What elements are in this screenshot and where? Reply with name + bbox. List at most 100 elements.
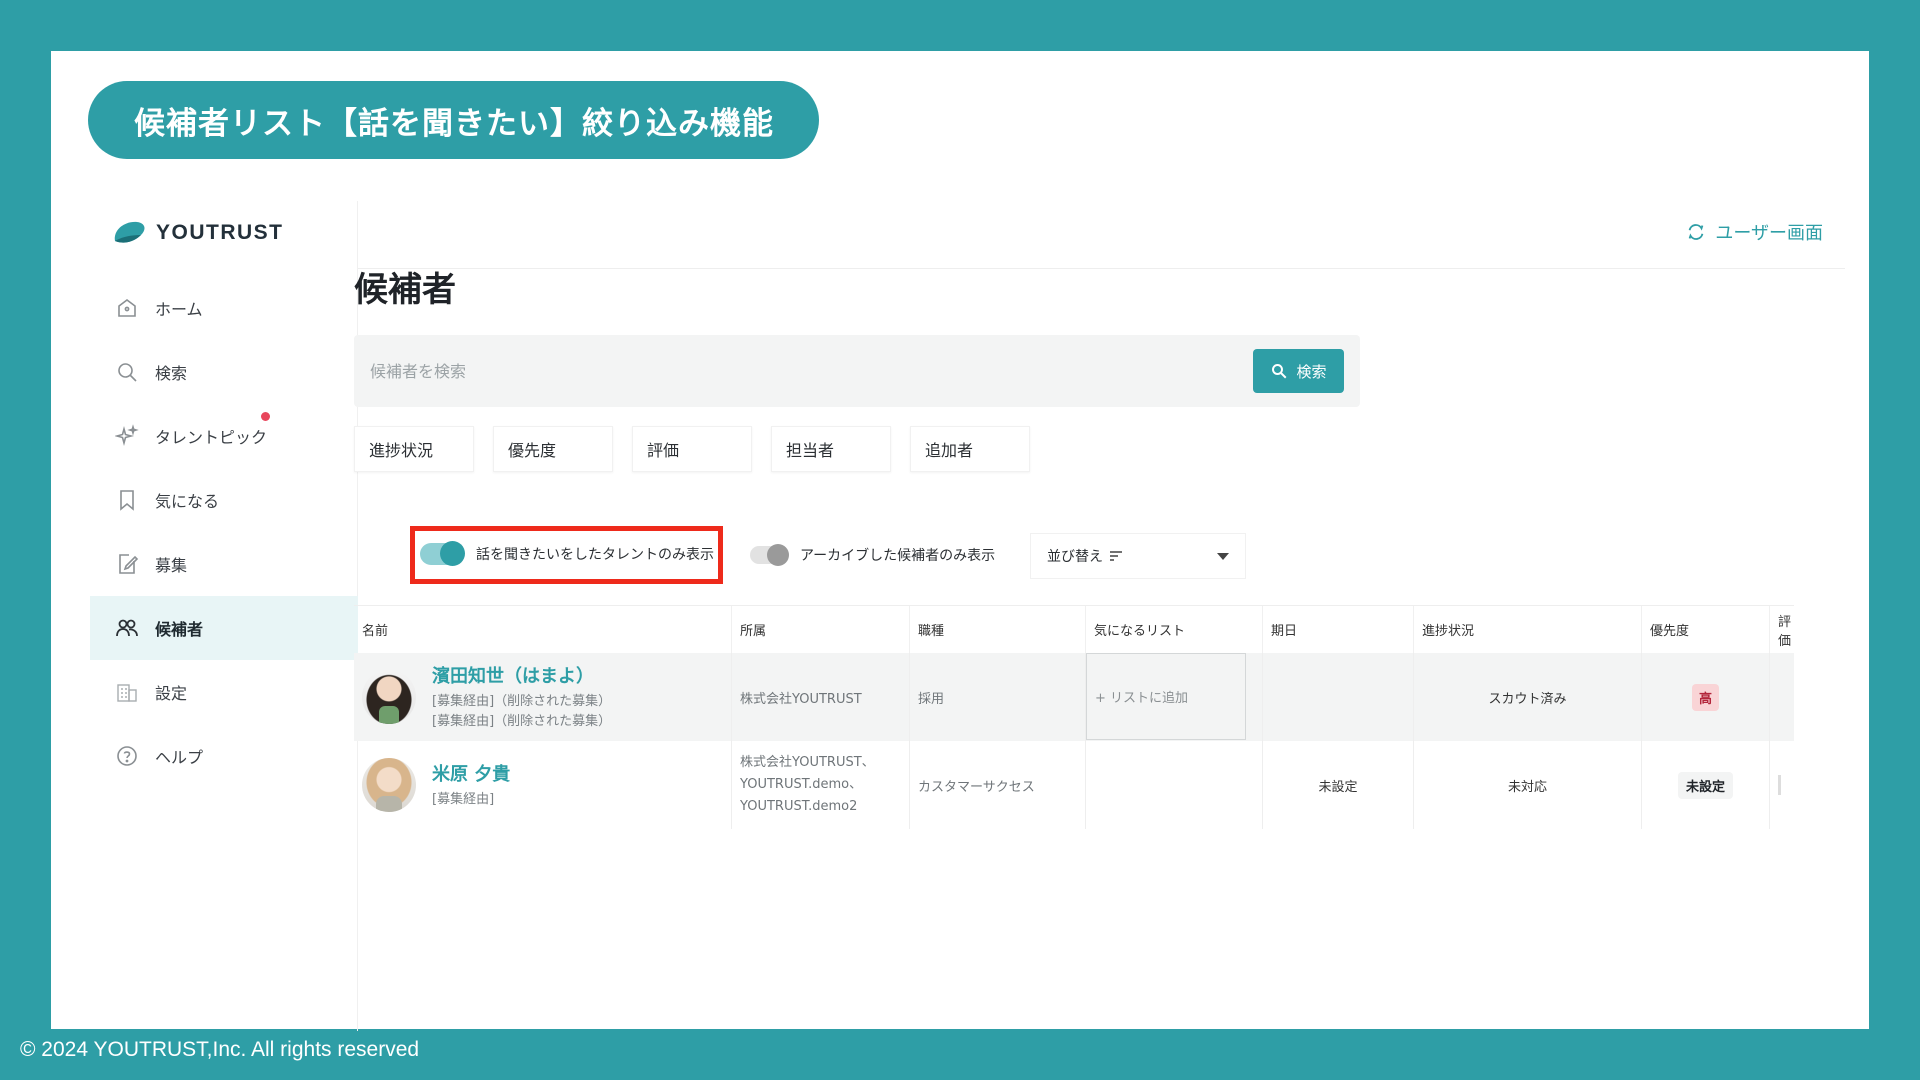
sidebar-item-search[interactable]: 検索 (90, 340, 358, 404)
slide: 候補者リスト【話を聞きたい】絞り込み機能 YOUTRUST ホーム 検索 タレン… (51, 51, 1869, 1031)
bookmark-icon (120, 490, 134, 511)
organization-line: YOUTRUST.demo、 (740, 777, 863, 792)
name-block: 米原 夕貴 [募集経由] (432, 760, 510, 810)
cell-evaluation[interactable] (1770, 741, 1794, 829)
sidebar-item-label: 候補者 (155, 620, 204, 639)
sidebar-item-help[interactable]: ヘルプ (90, 724, 358, 788)
column-header-priority[interactable]: 優先度 (1642, 606, 1770, 653)
notification-dot (261, 412, 270, 421)
cell-job: 採用 (910, 653, 1086, 741)
candidate-search-input[interactable] (354, 335, 1254, 407)
column-header-organization[interactable]: 所属 (732, 606, 910, 653)
logo-text: YOUTRUST (156, 221, 284, 244)
search-icon (118, 363, 137, 382)
sidebar-item-label: タレントピック (155, 428, 268, 447)
sidebar-item-label: ホーム (155, 300, 203, 319)
sidebar-item-label: 募集 (155, 556, 188, 575)
candidate-name-link[interactable]: 濱田知世（はまよ） (432, 662, 611, 688)
sidebar-item-label: ヘルプ (155, 748, 204, 767)
user-view-label: ユーザー画面 (1715, 223, 1823, 244)
candidate-source: [募集経由]（削除された募集） (432, 694, 612, 709)
organization-lines: 株式会社YOUTRUST、 YOUTRUST.demo、 YOUTRUST.de… (740, 752, 875, 818)
cell-favorite-list: + リストに追加 (1086, 653, 1263, 741)
people-icon (116, 619, 138, 637)
evaluation-marker (1778, 775, 1781, 795)
search-icon (1272, 364, 1287, 379)
avatar (362, 758, 416, 812)
help-icon (117, 746, 137, 766)
sidebar-item-recruitment[interactable]: 募集 (90, 532, 358, 596)
sidebar-item-candidates[interactable]: 候補者 (90, 596, 358, 660)
page-title: 候補者 (354, 270, 456, 310)
home-icon (118, 299, 136, 317)
archived-only-toggle[interactable] (750, 544, 789, 566)
candidate-name-link[interactable]: 米原 夕貴 (432, 760, 510, 786)
sort-lines-icon (1110, 551, 1122, 561)
slide-title: 候補者リスト【話を聞きたい】絞り込み機能 (134, 105, 774, 142)
column-header-favorite-list[interactable]: 気になるリスト (1086, 606, 1263, 653)
sidebar-item-home[interactable]: ホーム (90, 276, 358, 340)
copyright: © 2024 YOUTRUST,Inc. All rights reserved (20, 1038, 420, 1061)
cell-name: 米原 夕貴 [募集経由] (354, 741, 732, 829)
avatar (362, 670, 416, 724)
column-header-progress[interactable]: 進捗状況 (1414, 606, 1642, 653)
toggle-row (354, 482, 1254, 530)
add-to-list-button[interactable]: + リストに追加 (1086, 653, 1246, 740)
edit-icon (119, 554, 139, 574)
cell-organization: 株式会社YOUTRUST、 YOUTRUST.demo、 YOUTRUST.de… (732, 741, 910, 829)
candidate-table: 名前 所属 職種 気になるリスト 期日 進捗状況 優先度 評価 濱田知世（はまよ… (354, 605, 1794, 829)
filter-evaluation[interactable]: 評価 (632, 426, 752, 472)
filter-bar: 進捗状況 優先度 評価 担当者 追加者 (354, 426, 1030, 472)
search-bar: 検索 (354, 335, 1360, 407)
building-icon (117, 684, 137, 702)
archived-only-label: アーカイブした候補者のみ表示 (800, 548, 996, 564)
priority-badge: 高 (1691, 683, 1719, 711)
slide-title-banner: 候補者リスト【話を聞きたい】絞り込み機能 (88, 81, 819, 159)
column-header-name[interactable]: 名前 (354, 606, 732, 653)
filter-added-by[interactable]: 追加者 (910, 426, 1030, 472)
cell-progress[interactable]: 未対応 (1414, 741, 1642, 829)
cell-evaluation[interactable] (1770, 653, 1794, 741)
name-block: 濱田知世（はまよ） [募集経由]（削除された募集） [募集経由]（削除された募集… (432, 662, 611, 732)
sidebar-item-settings[interactable]: 設定 (90, 660, 358, 724)
sidebar: YOUTRUST ホーム 検索 タレントピック 気になる 募集 候補者 設定 ヘ… (90, 201, 358, 1031)
priority-badge: 未設定 (1677, 771, 1733, 799)
organization-line: 株式会社YOUTRUST、 (740, 755, 875, 770)
sidebar-item-talent-pick[interactable]: タレントピック (90, 404, 358, 468)
cell-favorite-list[interactable] (1086, 741, 1263, 829)
search-button[interactable]: 検索 (1253, 349, 1344, 393)
sort-label: 並び替え (1047, 549, 1103, 565)
organization-line: YOUTRUST.demo2 (740, 799, 858, 814)
sidebar-nav: ホーム 検索 タレントピック 気になる 募集 候補者 設定 ヘルプ (90, 276, 358, 788)
logo-mark-icon (114, 221, 145, 243)
candidate-source: [募集経由]（削除された募集） (432, 714, 612, 729)
candidate-source: [募集経由] (432, 792, 495, 807)
sort-select[interactable]: 並び替え (1030, 533, 1246, 579)
filter-priority[interactable]: 優先度 (493, 426, 613, 472)
toggle-knob (767, 544, 789, 566)
cell-name: 濱田知世（はまよ） [募集経由]（削除された募集） [募集経由]（削除された募集… (354, 653, 732, 741)
top-bar: ユーザー画面 (358, 201, 1845, 269)
table-row[interactable]: 米原 夕貴 [募集経由] 株式会社YOUTRUST、 YOUTRUST.demo… (354, 741, 1794, 829)
user-view-link[interactable]: ユーザー画面 (1685, 219, 1823, 245)
cell-job: カスタマーサクセス (910, 741, 1086, 829)
chevron-down-icon (1217, 553, 1229, 560)
sidebar-item-favorites[interactable]: 気になる (90, 468, 358, 532)
cell-priority[interactable]: 未設定 (1642, 741, 1770, 829)
sidebar-item-label: 気になる (155, 492, 220, 511)
refresh-icon (1689, 224, 1704, 240)
sparkle-icon (115, 424, 139, 447)
filter-progress[interactable]: 進捗状況 (354, 426, 474, 472)
column-header-due-date[interactable]: 期日 (1263, 606, 1414, 653)
search-button-label: 検索 (1296, 362, 1327, 381)
column-header-job[interactable]: 職種 (910, 606, 1086, 653)
column-header-evaluation[interactable]: 評価 (1770, 606, 1794, 653)
cell-due-date[interactable]: 未設定 (1263, 741, 1414, 829)
cell-due-date (1263, 653, 1414, 741)
filter-assignee[interactable]: 担当者 (771, 426, 891, 472)
table-row[interactable]: 濱田知世（はまよ） [募集経由]（削除された募集） [募集経由]（削除された募集… (354, 653, 1794, 741)
cell-progress[interactable]: スカウト済み (1414, 653, 1642, 741)
highlight-box (410, 526, 723, 584)
logo[interactable]: YOUTRUST (111, 219, 284, 247)
cell-priority[interactable]: 高 (1642, 653, 1770, 741)
